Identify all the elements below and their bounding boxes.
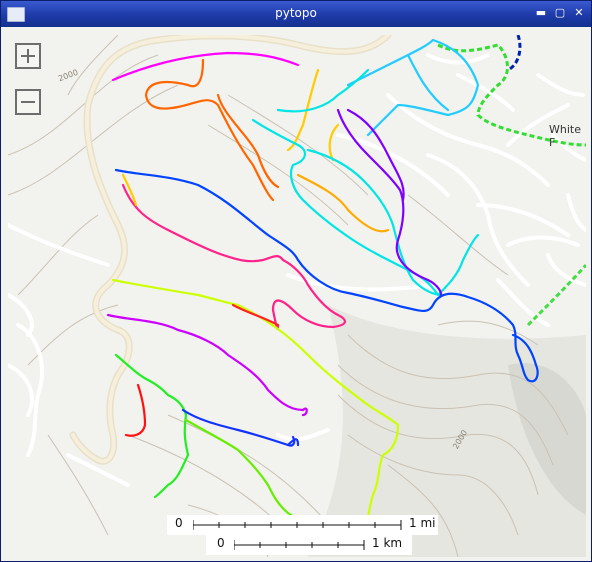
track-red xyxy=(124,383,147,437)
app-window: pytopo ▬ ▢ ✕ White F 2000 2000 0 1 mi 0 … xyxy=(0,0,592,562)
track-orange xyxy=(144,58,275,202)
track-green xyxy=(114,353,190,499)
track-cyan-link xyxy=(276,68,370,113)
scale-bar-miles: 0 1 mi xyxy=(167,515,438,535)
track-yellow-2 xyxy=(328,123,340,162)
map-drawing xyxy=(8,35,586,557)
place-label: White F xyxy=(549,123,581,149)
track-cyan-top-2 xyxy=(406,53,450,112)
title-bar[interactable]: pytopo ▬ ▢ ✕ xyxy=(1,1,591,27)
track-cyan-top xyxy=(346,38,480,137)
scale-miles-ruler xyxy=(193,520,402,530)
track-violet xyxy=(106,313,305,412)
scale-km-ruler xyxy=(234,540,365,550)
track-cyan-3 xyxy=(436,233,480,297)
close-button[interactable]: ✕ xyxy=(572,6,586,20)
zoom-out-button[interactable] xyxy=(15,89,41,115)
scale-miles-label: 1 mi xyxy=(409,516,436,530)
map-canvas[interactable]: White F 2000 2000 0 1 mi 0 1 km xyxy=(8,35,586,557)
dashed-trails xyxy=(437,35,586,327)
minimize-button[interactable]: ▬ xyxy=(534,6,548,20)
track-magenta-top xyxy=(111,51,300,82)
track-orange-2 xyxy=(216,93,280,189)
scale-miles-zero: 0 xyxy=(175,516,183,530)
maximize-button[interactable]: ▢ xyxy=(553,6,567,20)
window-title: pytopo xyxy=(275,6,317,20)
track-purple xyxy=(336,108,442,299)
zoom-in-button[interactable] xyxy=(15,43,41,69)
track-red-short xyxy=(231,303,280,327)
track-lime-top xyxy=(111,278,240,307)
track-violet-loop xyxy=(301,407,308,417)
scale-km-zero: 0 xyxy=(217,536,225,550)
scale-km-label: 1 km xyxy=(372,536,403,550)
scale-bar-km: 0 1 km xyxy=(206,535,412,555)
track-orange-yellow xyxy=(296,173,390,233)
